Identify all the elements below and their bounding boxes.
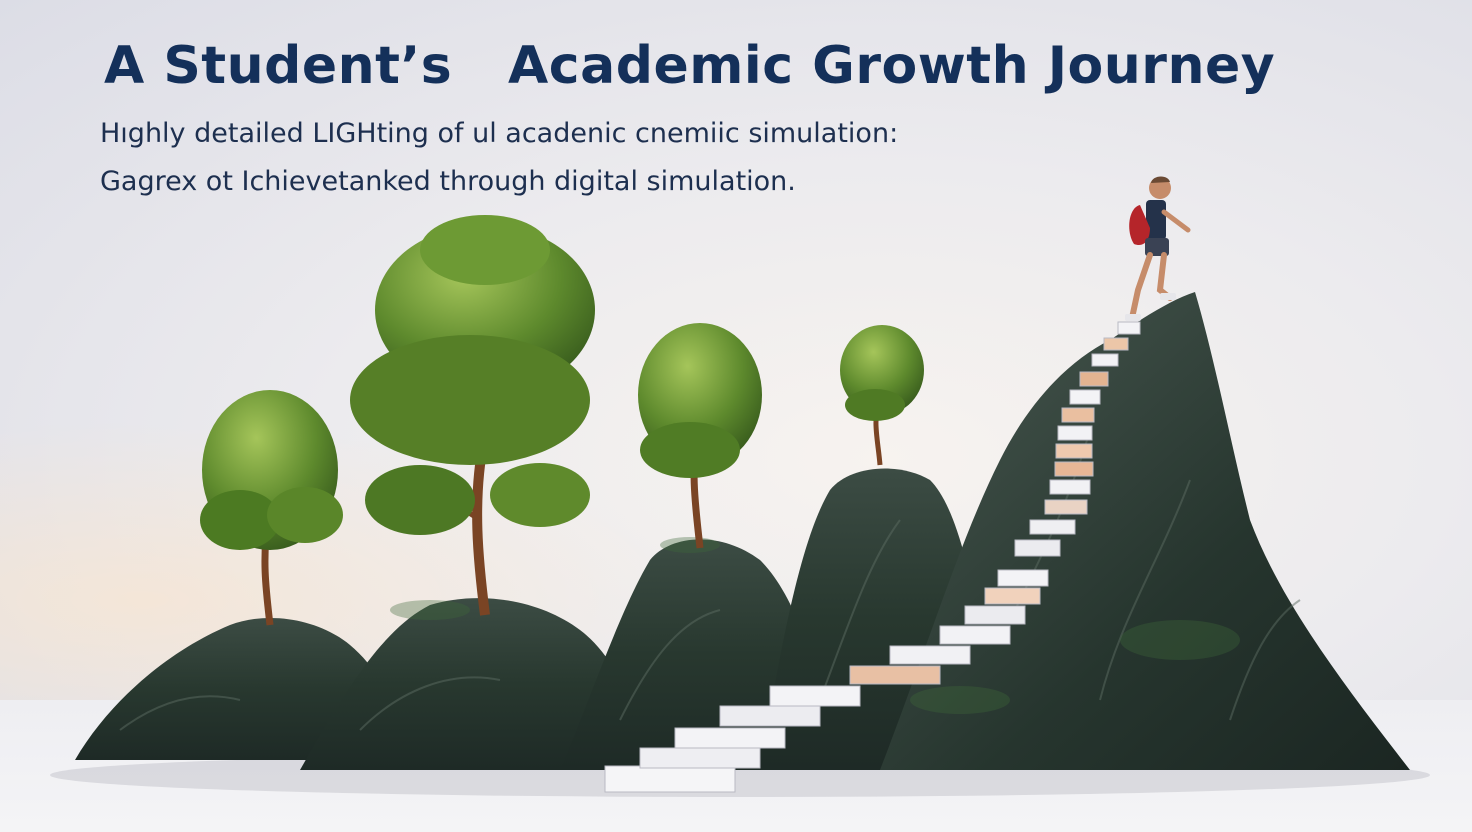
tree-tall [350,215,595,616]
illustration-background: A Student’s Academic Growth Journey Hıgh… [0,0,1472,832]
tree-small-left [200,390,343,626]
caption-line-1: Hıghly detailed LIGHting of ul acadenic … [100,118,899,149]
tree-sapling [840,325,924,466]
caption-line-2: Gagrex ot Ichievetanked through digital … [100,166,796,197]
headline: A Student’s Academic Growth Journey [104,36,1276,96]
tree-medium [638,323,762,549]
